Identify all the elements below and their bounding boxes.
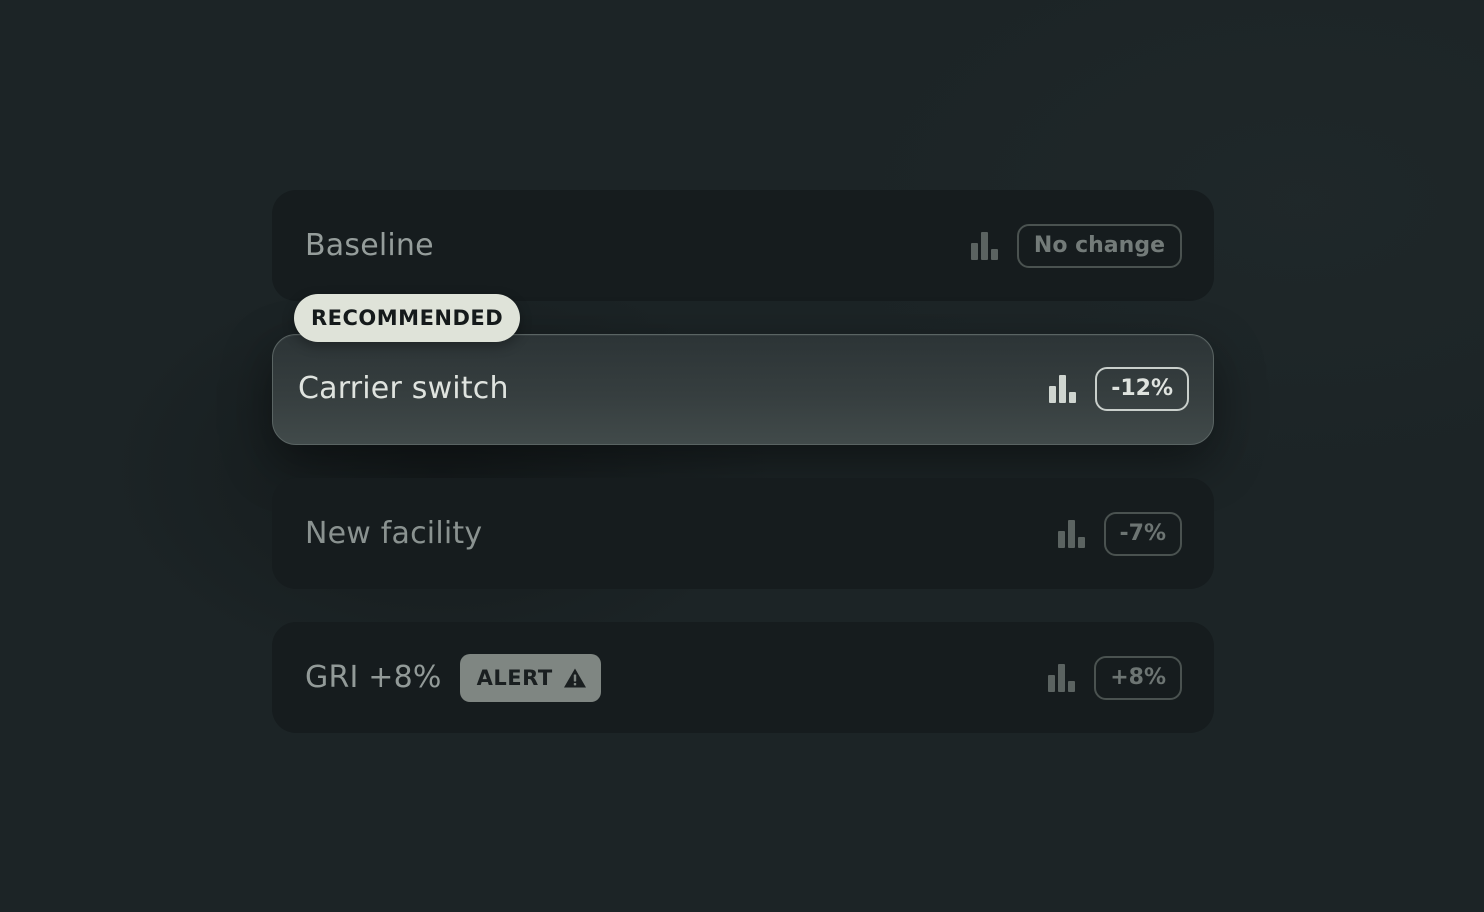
scenario-list: Baseline No change RECOMMENDED Carrier s… [272, 190, 1214, 735]
scenario-meta: -7% [1057, 478, 1182, 589]
scenario-name: New facility [305, 516, 483, 551]
scenario-name: GRI +8% [305, 660, 442, 695]
scenario-meta: +8% [1048, 622, 1182, 733]
warning-icon [563, 668, 586, 687]
scenario-meta: -12% [1049, 335, 1189, 443]
change-pill: No change [1016, 223, 1182, 268]
scenario-name: Baseline [305, 228, 434, 263]
scenario-row-new-facility[interactable]: New facility -7% [272, 478, 1214, 589]
bar-chart-icon [970, 231, 1001, 260]
bar-chart-icon [1057, 519, 1088, 548]
scenario-row-baseline[interactable]: Baseline No change [272, 190, 1214, 301]
scenario-row-carrier-switch[interactable]: Carrier switch -12% [272, 334, 1214, 445]
change-pill: +8% [1094, 655, 1182, 700]
bar-chart-icon [1048, 663, 1078, 692]
scenario-name: Carrier switch [298, 371, 509, 406]
change-pill: -7% [1103, 511, 1182, 556]
alert-badge: ALERT [459, 653, 601, 702]
bar-chart-icon [1049, 375, 1079, 403]
scenario-row-gri[interactable]: GRI +8% ALERT +8% [272, 622, 1214, 733]
change-pill: -12% [1095, 367, 1189, 411]
scenario-name-group: GRI +8% ALERT [305, 622, 601, 733]
alert-label: ALERT [476, 665, 553, 690]
scenario-meta: No change [970, 190, 1182, 301]
recommended-badge: RECOMMENDED [294, 294, 521, 342]
